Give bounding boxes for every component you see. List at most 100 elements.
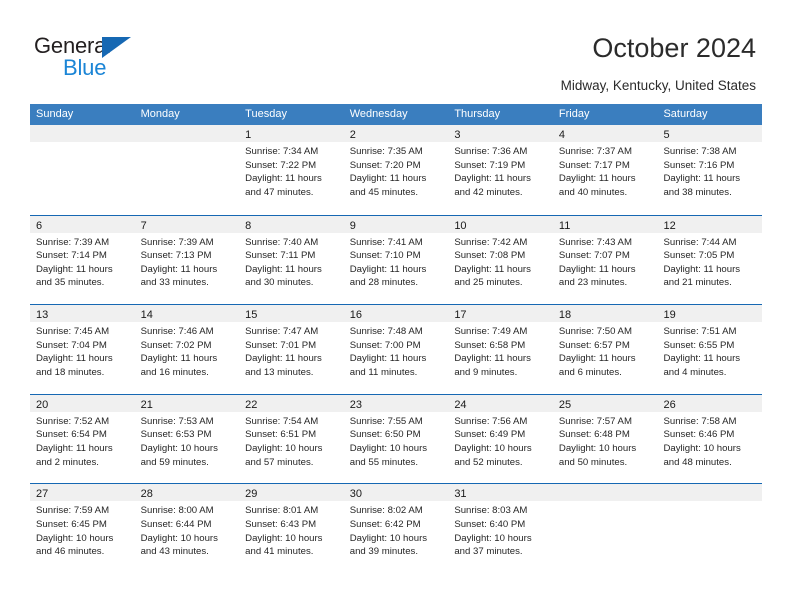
daylight-text-line2: and 21 minutes. (663, 277, 732, 289)
sunset-text: Sunset: 6:51 PM (245, 429, 317, 441)
daylight-text-line1: Daylight: 11 hours (36, 353, 113, 365)
calendar-day-cell[interactable]: 31 Sunrise: 8:03 AM Sunset: 6:40 PM Dayligh… (448, 484, 553, 573)
day-details: Sunrise: 7:36 AM Sunset: 7:19 PM Daylight:… (448, 142, 553, 199)
day-number: 16 (349, 309, 362, 322)
daylight-text-line2: and 52 minutes. (454, 456, 523, 468)
calendar-day-cell[interactable]: 21 Sunrise: 7:53 AM Sunset: 6:53 PM Dayligh… (134, 394, 240, 484)
calendar-day-cell[interactable]: 9 Sunrise: 7:41 AM Sunset: 7:10 PM Daylight… (343, 215, 449, 305)
day-details: Sunrise: 7:57 AM Sunset: 6:48 PM Daylight:… (553, 412, 658, 469)
sunset-text: Sunset: 7:00 PM (349, 339, 421, 351)
day-details (135, 142, 240, 145)
daylight-text-line2: and 46 minutes. (36, 546, 105, 558)
sunrise-text: Sunrise: 7:53 AM (140, 415, 214, 427)
calendar-day-cell[interactable]: 10 Sunrise: 7:42 AM Sunset: 7:08 PM Dayligh… (448, 215, 553, 305)
day-number: 15 (245, 309, 258, 322)
calendar-day-cell[interactable]: 8 Sunrise: 7:40 AM Sunset: 7:11 PM Daylight… (239, 215, 344, 305)
daylight-text-line1: Daylight: 11 hours (558, 353, 636, 365)
weekday-header-saturday: Saturday (663, 108, 708, 120)
daylight-text-line2: and 11 minutes. (349, 366, 418, 378)
sunrise-text: Sunrise: 7:40 AM (245, 236, 319, 248)
day-number: 3 (454, 129, 461, 141)
daylight-text-line1: Daylight: 10 hours (349, 532, 428, 544)
daylight-text-line1: Daylight: 10 hours (558, 442, 637, 454)
day-number: 18 (558, 309, 572, 322)
daylight-text-line2: and 30 minutes. (245, 277, 314, 289)
page-title: October 2024 (592, 33, 756, 63)
calendar-day-cell[interactable]: 3 Sunrise: 7:36 AM Sunset: 7:19 PM Daylight… (448, 125, 553, 215)
day-number: 28 (140, 488, 153, 501)
daylight-text-line1: Daylight: 11 hours (663, 353, 741, 365)
calendar-day-cell-empty (552, 484, 658, 573)
calendar-day-cell[interactable]: 28 Sunrise: 8:00 AM Sunset: 6:44 PM Dayligh… (134, 484, 240, 573)
calendar-day-cell[interactable]: 17 Sunrise: 7:49 AM Sunset: 6:58 PM Dayligh… (448, 305, 553, 394)
calendar-day-cell[interactable]: 6 Sunrise: 7:39 AM Sunset: 7:14 PM Daylight… (30, 215, 135, 305)
day-details: Sunrise: 7:41 AM Sunset: 7:10 PM Daylight:… (344, 233, 449, 290)
calendar-day-cell-empty (134, 125, 240, 215)
daylight-text-line1: Daylight: 11 hours (349, 263, 427, 275)
day-number-band: 28 (134, 484, 240, 502)
calendar-day-cell[interactable]: 29 Sunrise: 8:01 AM Sunset: 6:43 PM Dayligh… (239, 484, 344, 573)
calendar-day-cell[interactable]: 13 Sunrise: 7:45 AM Sunset: 7:04 PM Dayligh… (30, 305, 135, 394)
day-details: Sunrise: 7:35 AM Sunset: 7:20 PM Daylight:… (344, 142, 449, 199)
day-number: 24 (454, 398, 467, 411)
day-number-band: 24 (448, 394, 553, 412)
calendar-day-cell[interactable]: 25 Sunrise: 7:57 AM Sunset: 6:48 PM Dayligh… (552, 394, 658, 484)
calendar-day-cell[interactable]: 12 Sunrise: 7:44 AM Sunset: 7:05 PM Dayligh… (657, 215, 763, 305)
calendar-day-cell[interactable]: 16 Sunrise: 7:48 AM Sunset: 7:00 PM Dayligh… (343, 305, 449, 394)
daylight-text-line2: and 18 minutes. (36, 366, 105, 378)
sunrise-text: Sunrise: 7:41 AM (349, 236, 423, 248)
logo-triangle-icon (102, 37, 131, 58)
sunrise-text: Sunrise: 7:51 AM (663, 326, 737, 338)
sunrise-text: Sunrise: 7:42 AM (454, 236, 528, 248)
calendar-day-cell[interactable]: 18 Sunrise: 7:50 AM Sunset: 6:57 PM Dayligh… (552, 305, 658, 394)
calendar-day-cell-empty (657, 484, 763, 573)
calendar-week-row: 1 Sunrise: 7:34 AM Sunset: 7:22 PM Daylight… (30, 125, 763, 215)
sunset-text: Sunset: 6:45 PM (36, 518, 107, 530)
day-details: Sunrise: 7:39 AM Sunset: 7:13 PM Daylight:… (135, 233, 240, 290)
sunset-text: Sunset: 6:49 PM (454, 429, 526, 441)
calendar-day-cell[interactable]: 11 Sunrise: 7:43 AM Sunset: 7:07 PM Dayligh… (552, 215, 658, 305)
sunset-text: Sunset: 6:40 PM (454, 518, 526, 530)
daylight-text-line2: and 25 minutes. (454, 277, 523, 289)
calendar-day-cell[interactable]: 24 Sunrise: 7:56 AM Sunset: 6:49 PM Dayligh… (448, 394, 553, 484)
calendar-day-cell[interactable]: 23 Sunrise: 7:55 AM Sunset: 6:50 PM Dayligh… (343, 394, 449, 484)
sunrise-text: Sunrise: 7:36 AM (454, 146, 528, 157)
day-number-band: 1 (239, 125, 344, 142)
daylight-text-line2: and 43 minutes. (140, 546, 209, 558)
calendar-day-cell[interactable]: 22 Sunrise: 7:54 AM Sunset: 6:51 PM Dayligh… (239, 394, 344, 484)
calendar-day-cell[interactable]: 30 Sunrise: 8:02 AM Sunset: 6:42 PM Dayligh… (343, 484, 449, 573)
day-details: Sunrise: 8:00 AM Sunset: 6:44 PM Daylight:… (135, 501, 240, 558)
calendar-day-cell[interactable]: 1 Sunrise: 7:34 AM Sunset: 7:22 PM Daylight… (239, 125, 344, 215)
sunrise-text: Sunrise: 7:57 AM (558, 415, 632, 427)
daylight-text-line2: and 42 minutes. (454, 186, 523, 198)
day-number: 31 (454, 488, 467, 501)
daylight-text-line2: and 16 minutes. (140, 366, 209, 378)
sunrise-text: Sunrise: 7:34 AM (245, 146, 319, 157)
calendar-day-cell[interactable]: 7 Sunrise: 7:39 AM Sunset: 7:13 PM Daylight… (134, 215, 240, 305)
daylight-text-line2: and 4 minutes. (663, 366, 727, 378)
calendar-day-cell[interactable]: 27 Sunrise: 7:59 AM Sunset: 6:45 PM Dayligh… (30, 484, 135, 573)
day-details: Sunrise: 7:51 AM Sunset: 6:55 PM Daylight:… (657, 322, 762, 379)
day-details: Sunrise: 7:42 AM Sunset: 7:08 PM Daylight:… (448, 233, 553, 290)
day-number-band: 6 (30, 215, 135, 233)
sunset-text: Sunset: 6:55 PM (663, 339, 735, 351)
calendar-week-row: 6 Sunrise: 7:39 AM Sunset: 7:14 PM Daylight… (30, 214, 763, 305)
day-number-band (30, 125, 135, 142)
day-details: Sunrise: 7:40 AM Sunset: 7:11 PM Daylight:… (239, 233, 344, 290)
daylight-text-line1: Daylight: 11 hours (454, 263, 531, 275)
day-number-band: 5 (657, 125, 763, 142)
sunrise-text: Sunrise: 8:03 AM (454, 505, 528, 517)
calendar-day-cell[interactable]: 19 Sunrise: 7:51 AM Sunset: 6:55 PM Dayligh… (657, 305, 763, 394)
calendar-day-cell[interactable]: 14 Sunrise: 7:46 AM Sunset: 7:02 PM Dayligh… (134, 305, 240, 394)
calendar-day-cell[interactable]: 15 Sunrise: 7:47 AM Sunset: 7:01 PM Dayligh… (239, 305, 344, 394)
day-details: Sunrise: 7:52 AM Sunset: 6:54 PM Daylight:… (30, 412, 135, 469)
day-number: 30 (349, 488, 362, 501)
calendar-day-cell[interactable]: 4 Sunrise: 7:37 AM Sunset: 7:17 PM Daylight… (552, 125, 658, 215)
calendar-grid: Sunday Monday Tuesday Wednesday Thursday… (30, 104, 763, 573)
calendar-day-cell[interactable]: 26 Sunrise: 7:58 AM Sunset: 6:46 PM Dayligh… (657, 394, 763, 484)
calendar-day-cell[interactable]: 2 Sunrise: 7:35 AM Sunset: 7:20 PM Daylight… (343, 125, 449, 215)
calendar-day-cell[interactable]: 5 Sunrise: 7:38 AM Sunset: 7:16 PM Daylight… (657, 125, 763, 215)
calendar-day-cell[interactable]: 20 Sunrise: 7:52 AM Sunset: 6:54 PM Dayligh… (30, 394, 135, 484)
sunset-text: Sunset: 6:57 PM (558, 339, 630, 351)
daylight-text-line1: Daylight: 10 hours (245, 442, 323, 454)
